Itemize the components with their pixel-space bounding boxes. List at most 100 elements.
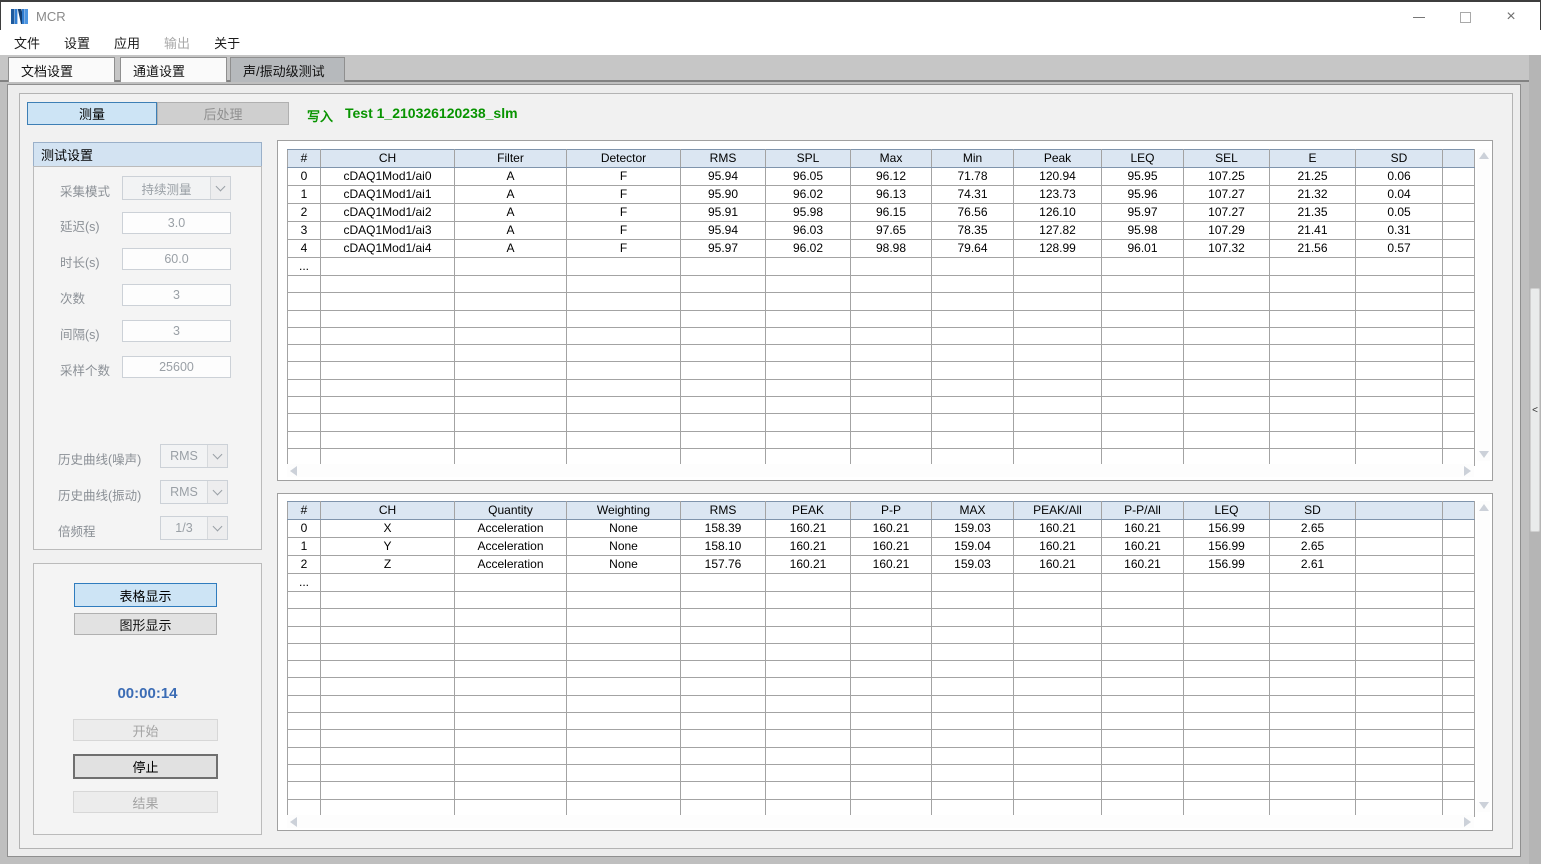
- history-vibration-combo[interactable]: RMS: [160, 480, 228, 504]
- tab-sound-vibration-test[interactable]: 声/振动级测试: [230, 57, 345, 82]
- table-cell: [932, 379, 1014, 396]
- scroll-right-icon[interactable]: [1464, 466, 1471, 476]
- sample-count-field[interactable]: 25600: [122, 356, 231, 378]
- table-cell: [567, 713, 681, 730]
- menu-settings[interactable]: 设置: [54, 30, 100, 55]
- duration-field[interactable]: 60.0: [122, 248, 231, 270]
- acquisition-mode-combo[interactable]: 持续测量: [122, 176, 231, 200]
- table-cell: [1184, 345, 1270, 362]
- tab-document-settings[interactable]: 文档设置: [8, 57, 115, 82]
- table-cell: 160.21: [1102, 538, 1184, 556]
- scroll-left-icon[interactable]: [290, 466, 297, 476]
- octave-combo[interactable]: 1/3: [160, 516, 228, 540]
- menu-apply[interactable]: 应用: [104, 30, 150, 55]
- dropdown-button[interactable]: [207, 481, 227, 503]
- table-cell: [1270, 276, 1356, 293]
- scroll-down-icon[interactable]: [1479, 451, 1489, 458]
- sound-table-vscrollbar[interactable]: [1477, 149, 1490, 461]
- count-field[interactable]: 3: [122, 284, 231, 306]
- history-noise-combo[interactable]: RMS: [160, 444, 228, 468]
- table-cell: [851, 626, 932, 643]
- table-cell: [1356, 643, 1443, 660]
- table-cell: None: [567, 538, 681, 556]
- table-cell: [567, 414, 681, 431]
- vibration-table-vscrollbar[interactable]: [1477, 501, 1490, 812]
- table-cell: [288, 397, 321, 414]
- graph-display-button[interactable]: 图形显示: [74, 613, 217, 635]
- table-cell: 160.21: [766, 538, 851, 556]
- table-display-button[interactable]: 表格显示: [74, 583, 217, 607]
- table-cell: [851, 695, 932, 712]
- table-cell: [1102, 379, 1184, 396]
- table-cell: [1443, 695, 1475, 712]
- table-cell: [1356, 362, 1443, 379]
- minimize-icon: [1413, 17, 1425, 18]
- sound-table-hscrollbar[interactable]: [287, 464, 1474, 477]
- dropdown-button[interactable]: [207, 517, 227, 539]
- column-header: SPL: [766, 150, 851, 168]
- dropdown-button[interactable]: [207, 445, 227, 467]
- table-cell: [1184, 643, 1270, 660]
- maximize-button[interactable]: [1442, 3, 1488, 31]
- table-cell: [932, 258, 1014, 276]
- table-cell: [851, 293, 932, 310]
- table-cell: 160.21: [851, 520, 932, 538]
- menu-file[interactable]: 文件: [4, 30, 50, 55]
- minimize-button[interactable]: [1396, 3, 1442, 31]
- table-cell: 107.32: [1184, 240, 1270, 258]
- table-cell: [567, 276, 681, 293]
- table-cell: 2.61: [1270, 556, 1356, 574]
- table-cell: [321, 431, 455, 448]
- interval-field[interactable]: 3: [122, 320, 231, 342]
- column-header: P-P/All: [1102, 502, 1184, 520]
- postprocess-mode-button[interactable]: 后处理: [157, 102, 289, 125]
- table-cell: [455, 799, 567, 816]
- dropdown-button[interactable]: [210, 177, 230, 199]
- table-cell: [455, 345, 567, 362]
- table-cell: [1014, 678, 1102, 695]
- table-cell: [321, 747, 455, 764]
- column-header: #: [288, 150, 321, 168]
- table-cell: [321, 379, 455, 396]
- table-cell: [321, 782, 455, 799]
- scroll-down-icon[interactable]: [1479, 802, 1489, 809]
- table-row: [288, 661, 1475, 678]
- table-cell: [321, 345, 455, 362]
- column-header: Min: [932, 150, 1014, 168]
- table-cell: [681, 764, 766, 781]
- stop-button[interactable]: 停止: [73, 754, 218, 779]
- scroll-up-icon[interactable]: [1479, 152, 1489, 159]
- table-cell: [455, 695, 567, 712]
- table-cell: [1102, 747, 1184, 764]
- column-header: Peak: [1014, 150, 1102, 168]
- table-cell: 160.21: [766, 556, 851, 574]
- table-row: [288, 626, 1475, 643]
- tab-channel-settings[interactable]: 通道设置: [120, 57, 227, 82]
- table-cell: [851, 764, 932, 781]
- history-vibration-label: 历史曲线(振动): [58, 485, 141, 504]
- panel-collapse-button[interactable]: <: [1530, 288, 1540, 532]
- table-cell: [1270, 764, 1356, 781]
- column-header: MAX: [932, 502, 1014, 520]
- column-header: [1443, 502, 1475, 520]
- table-cell: 160.21: [766, 520, 851, 538]
- measure-mode-button[interactable]: 测量: [27, 102, 157, 125]
- table-row: [288, 276, 1475, 293]
- close-button[interactable]: ×: [1488, 3, 1534, 31]
- vibration-table-hscrollbar[interactable]: [287, 815, 1474, 828]
- table-cell: A: [455, 204, 567, 222]
- scroll-up-icon[interactable]: [1479, 504, 1489, 511]
- table-cell: [1443, 592, 1475, 609]
- table-cell: [766, 678, 851, 695]
- delay-field[interactable]: 3.0: [122, 212, 231, 234]
- table-cell: [1356, 310, 1443, 327]
- table-cell: [1356, 730, 1443, 747]
- scroll-left-icon[interactable]: [290, 817, 297, 827]
- scroll-right-icon[interactable]: [1464, 817, 1471, 827]
- table-cell: [766, 609, 851, 626]
- table-cell: A: [455, 186, 567, 204]
- table-row: 3cDAQ1Mod1/ai3AF95.9496.0397.6578.35127.…: [288, 222, 1475, 240]
- table-cell: [1270, 258, 1356, 276]
- menu-about[interactable]: 关于: [204, 30, 250, 55]
- table-cell: [766, 730, 851, 747]
